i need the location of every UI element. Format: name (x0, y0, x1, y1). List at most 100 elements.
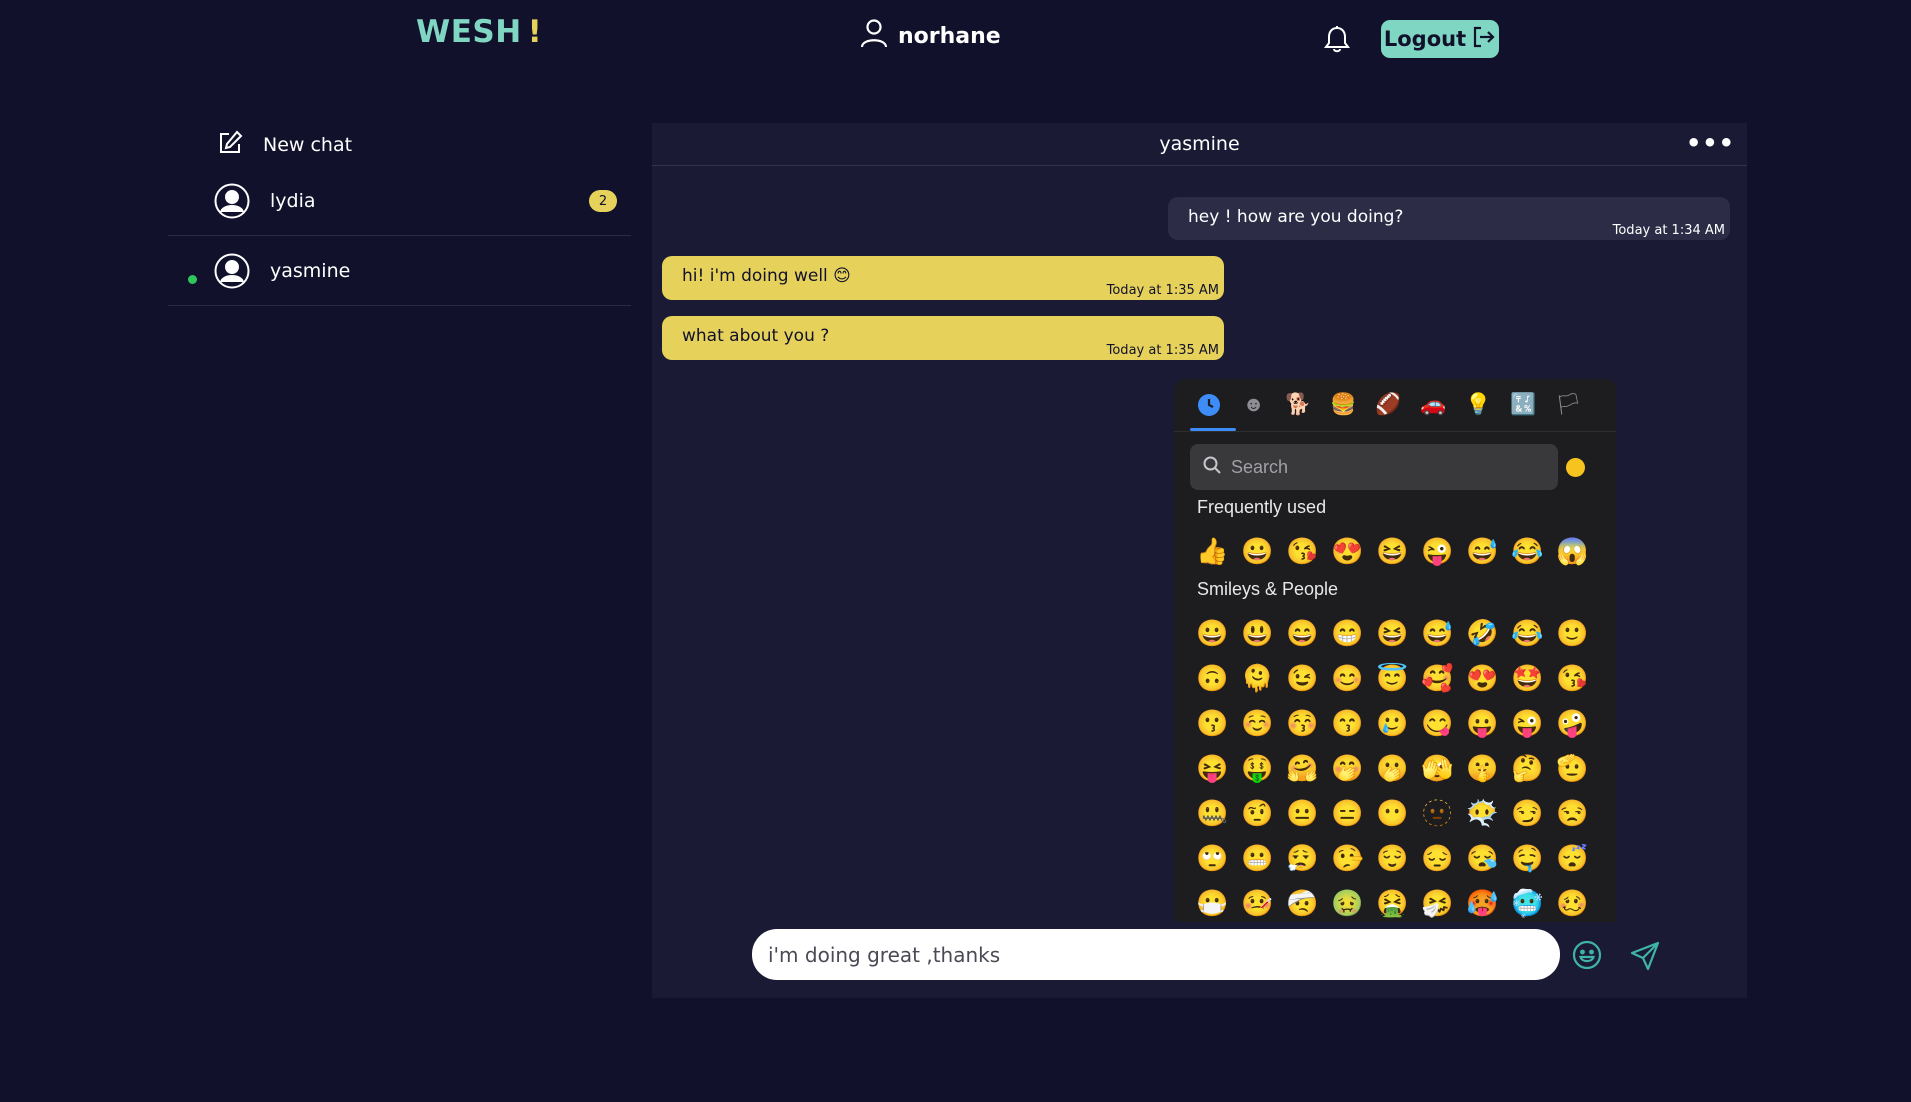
bell-icon[interactable] (1322, 24, 1352, 54)
emoji-item[interactable]: 🤭 (1325, 745, 1370, 790)
emoji-item[interactable]: 🤥 (1325, 835, 1370, 880)
emoji-item[interactable]: 😋 (1415, 700, 1460, 745)
food-category-icon[interactable]: 🍔 (1325, 387, 1362, 424)
emoji-item[interactable]: 🫥 (1415, 790, 1460, 835)
emoji-item[interactable]: 😱 (1550, 528, 1595, 573)
activities-category-icon[interactable]: 🏈 (1370, 387, 1407, 424)
emoji-item[interactable]: 😀 (1235, 528, 1280, 573)
emoji-item[interactable]: 😮‍💨 (1280, 835, 1325, 880)
emoji-item[interactable]: 😶‍🌫️ (1460, 790, 1505, 835)
emoji-item[interactable]: 😊 (1325, 655, 1370, 700)
emoji-item[interactable]: 🤔 (1505, 745, 1550, 790)
emoji-item[interactable]: 😛 (1460, 700, 1505, 745)
emoji-item[interactable]: 🤮 (1370, 880, 1415, 922)
emoji-item[interactable]: 🤨 (1235, 790, 1280, 835)
emoji-item[interactable]: 🫣 (1415, 745, 1460, 790)
emoji-item[interactable]: 😂 (1505, 610, 1550, 655)
emoji-item[interactable]: 🤕 (1280, 880, 1325, 922)
emoji-item[interactable]: 🤣 (1460, 610, 1505, 655)
objects-category-icon[interactable]: 💡 (1460, 387, 1497, 424)
emoji-item[interactable]: 🤑 (1235, 745, 1280, 790)
emoji-item[interactable]: 🥶 (1505, 880, 1550, 922)
emoji-item[interactable]: 👍 (1190, 528, 1235, 573)
emoji-toggle-icon[interactable] (1572, 940, 1602, 970)
emoji-item[interactable]: 😁 (1325, 610, 1370, 655)
logout-arrow-icon (1472, 26, 1496, 53)
emoji-item[interactable]: 😙 (1325, 700, 1370, 745)
emoji-item[interactable]: 😜 (1505, 700, 1550, 745)
emoji-item[interactable]: 🙂 (1550, 610, 1595, 655)
emoji-item[interactable]: 😶 (1370, 790, 1415, 835)
emoji-item[interactable]: 😆 (1370, 610, 1415, 655)
emoji-item[interactable]: 😏 (1505, 790, 1550, 835)
emoji-item[interactable]: 😝 (1190, 745, 1235, 790)
emoji-item[interactable]: 😀 (1190, 610, 1235, 655)
emoji-item[interactable]: 🥴 (1550, 880, 1595, 922)
emoji-item[interactable]: 🤐 (1190, 790, 1235, 835)
emoji-item[interactable]: 🥲 (1370, 700, 1415, 745)
emoji-item[interactable]: 😑 (1325, 790, 1370, 835)
emoji-item[interactable]: 😌 (1370, 835, 1415, 880)
emoji-item[interactable]: 🤪 (1550, 700, 1595, 745)
emoji-item[interactable]: 🫡 (1550, 745, 1595, 790)
emoji-item[interactable]: 😍 (1325, 528, 1370, 573)
emoji-item[interactable]: 😬 (1235, 835, 1280, 880)
message-outgoing: hey ! how are you doing? Today at 1:34 A… (1168, 197, 1730, 240)
emoji-item[interactable]: 🤫 (1460, 745, 1505, 790)
emoji-item[interactable]: 🤒 (1235, 880, 1280, 922)
emoji-item[interactable]: 😅 (1460, 528, 1505, 573)
emoji-search-input[interactable]: Search (1190, 444, 1558, 490)
emoji-item[interactable]: 😚 (1280, 700, 1325, 745)
more-options-icon[interactable]: ••• (1686, 131, 1735, 155)
emoji-item[interactable]: 🥵 (1460, 880, 1505, 922)
emoji-item[interactable]: 😘 (1280, 528, 1325, 573)
emoji-item[interactable]: 🫠 (1235, 655, 1280, 700)
emoji-item[interactable]: 😒 (1550, 790, 1595, 835)
emoji-item[interactable]: 😇 (1370, 655, 1415, 700)
emoji-item[interactable]: 😂 (1505, 528, 1550, 573)
emoji-item[interactable]: 😉 (1280, 655, 1325, 700)
emoji-item[interactable]: 🤢 (1325, 880, 1370, 922)
new-chat-button[interactable]: New chat (168, 124, 631, 166)
logout-button[interactable]: Logout (1381, 20, 1499, 58)
conversation-item-lydia[interactable]: lydia 2 (168, 166, 631, 236)
emoji-item[interactable]: 😷 (1190, 880, 1235, 922)
smileys-category-icon[interactable]: ☻ (1235, 387, 1272, 424)
emoji-item[interactable]: 😄 (1280, 610, 1325, 655)
emoji-item[interactable]: 🫢 (1370, 745, 1415, 790)
skin-tone-selector[interactable] (1566, 458, 1585, 477)
symbols-category-icon[interactable]: 🔣 (1505, 387, 1542, 424)
emoji-item[interactable]: 🤩 (1505, 655, 1550, 700)
emoji-item[interactable]: 😅 (1415, 610, 1460, 655)
unread-badge: 2 (589, 190, 617, 212)
emoji-item[interactable]: 😗 (1190, 700, 1235, 745)
emoji-item[interactable]: 😍 (1460, 655, 1505, 700)
emoji-item[interactable]: 🤧 (1415, 880, 1460, 922)
emoji-item[interactable]: 😆 (1370, 528, 1415, 573)
emoji-item[interactable]: 🤤 (1505, 835, 1550, 880)
emoji-item[interactable]: 🙄 (1190, 835, 1235, 880)
emoji-item[interactable]: 😪 (1460, 835, 1505, 880)
conversation-item-yasmine[interactable]: yasmine (168, 236, 631, 306)
travel-category-icon[interactable]: 🚗 (1415, 387, 1452, 424)
user-icon (860, 18, 888, 54)
emoji-item[interactable]: 😐 (1280, 790, 1325, 835)
emoji-item[interactable]: 😴 (1550, 835, 1595, 880)
emoji-item[interactable]: 😔 (1415, 835, 1460, 880)
active-tab-indicator (1190, 428, 1236, 431)
send-icon[interactable] (1629, 940, 1661, 972)
message-text: what about you ? (682, 326, 830, 346)
recent-category-icon[interactable] (1190, 387, 1227, 424)
emoji-item[interactable]: 😜 (1415, 528, 1460, 573)
animals-category-icon[interactable]: 🐕 (1280, 387, 1317, 424)
brand-logo[interactable]: WESH! (416, 14, 542, 50)
message-input[interactable]: i'm doing great ,thanks (752, 929, 1560, 980)
smileys-grid: 😀 😃 😄 😁 😆 😅 🤣 😂 🙂 🙃 🫠 😉 😊 😇 🥰 😍 🤩 😘 😗 ☺️ 😚 😙 🥲 😋 😛 😜 🤪 😝 🤑 🤗 🤭 🫢 🫣 🤫 🤔 🫡 🤐 🤨 😐… (1190, 610, 1595, 922)
emoji-item[interactable]: 🙃 (1190, 655, 1235, 700)
emoji-item[interactable]: 😃 (1235, 610, 1280, 655)
flags-category-icon[interactable]: 🏳 (1550, 387, 1587, 424)
emoji-item[interactable]: 🥰 (1415, 655, 1460, 700)
emoji-item[interactable]: 🤗 (1280, 745, 1325, 790)
emoji-item[interactable]: 😘 (1550, 655, 1595, 700)
emoji-item[interactable]: ☺️ (1235, 700, 1280, 745)
